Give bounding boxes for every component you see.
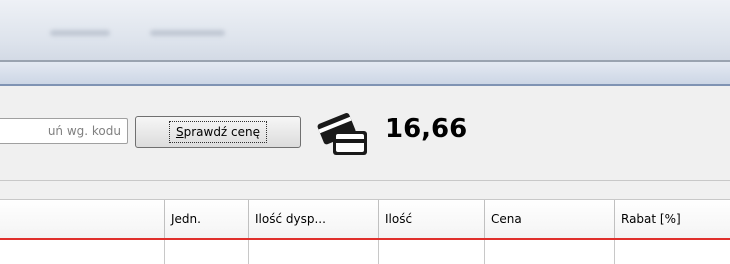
column-header-discount[interactable]: Rabat [%]	[614, 200, 730, 238]
column-header-available-qty[interactable]: Ilość dysp...	[248, 200, 378, 238]
check-price-label: prawdź cenę	[183, 125, 261, 139]
grid-header: Jedn. Ilość dysp... Ilość Cena Rabat [%]	[0, 200, 730, 238]
window-titlebar	[0, 0, 730, 60]
table-cell[interactable]	[614, 240, 615, 264]
table-cell[interactable]	[378, 240, 379, 264]
card-payment-icon	[317, 113, 367, 155]
check-price-button[interactable]: Sprawdź cenę	[135, 116, 301, 148]
panel-header-bar	[0, 62, 730, 84]
check-price-mnemonic: S	[175, 125, 184, 139]
table-cell[interactable]	[164, 240, 165, 264]
column-header-price[interactable]: Cena	[484, 200, 614, 238]
column-header-name[interactable]	[0, 200, 164, 238]
table-cell[interactable]	[248, 240, 249, 264]
column-header-unit[interactable]: Jedn.	[164, 200, 248, 238]
toolbar-spacer	[0, 181, 730, 200]
search-by-code-input[interactable]: uń wg. kodu	[0, 118, 128, 144]
table-row[interactable]	[0, 240, 730, 264]
blurred-menu-text	[50, 30, 110, 36]
column-header-qty[interactable]: Ilość	[378, 200, 484, 238]
price-display: 16,66	[385, 114, 468, 144]
table-cell[interactable]	[484, 240, 485, 264]
blurred-menu-text	[150, 30, 225, 36]
